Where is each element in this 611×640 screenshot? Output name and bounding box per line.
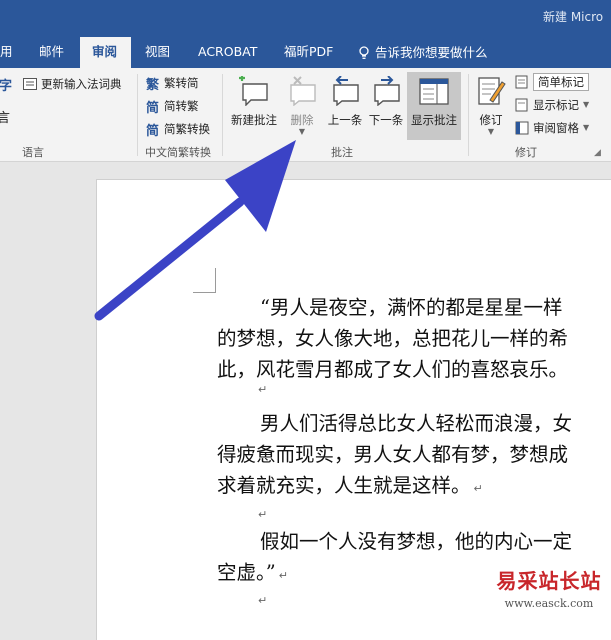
convert-chinese-label: 简繁转换 [164,122,210,136]
review-pane-icon [514,121,529,136]
translate-button[interactable]: 字 [0,74,13,94]
group-label-comments: 批注 [331,146,353,159]
watermark-url: www.easck.com [504,597,594,610]
trad-to-simp-icon: 繁 [145,77,159,93]
chevron-down-icon: ▼ [298,127,306,136]
text-line: 男人们活得总比女人轻松而浪漫，女 [260,412,573,435]
update-ime-label: 更新输入法词典 [41,77,122,91]
ribbon-review: 字 更新输入法词典 言 语言 繁 繁转简 简 简转繁 简 简繁转换 中文简繁转换… [0,68,611,162]
update-ime-dictionary-button[interactable]: 更新输入法词典 [22,74,122,94]
tab-view[interactable]: 视图 [145,37,170,68]
tab-partial[interactable]: 用 [0,37,13,68]
new-comment-label: 新建批注 [231,113,277,127]
show-comments-label: 显示批注 [411,113,457,127]
title-bar: 新建 Micro 用 邮件 审阅 视图 ACROBAT 福昕PDF 告诉我你想要… [0,0,611,68]
paragraph-mark: ↵ [258,508,268,521]
watermark-text: 易采站长站 [496,569,602,593]
watermark-logo: 易采站长站 www.easck.com [489,565,609,610]
simp-to-trad-button[interactable]: 简 简转繁 [145,96,199,116]
group-separator [468,74,469,156]
chevron-down-icon: ▼ [583,123,590,132]
chevron-down-icon: ▼ [583,100,590,109]
simp-to-trad-icon: 简 [145,100,159,116]
markup-select[interactable]: 简单标记 [514,72,589,92]
dialog-launcher-icon[interactable]: ◢ [594,148,601,158]
language-icon: 言 [0,110,10,126]
update-ime-icon [22,77,37,92]
tab-acrobat[interactable]: ACROBAT [198,37,257,68]
new-comment-button[interactable]: 新建批注 [229,72,279,140]
paragraph-mark: ↵ [473,482,483,495]
show-comments-icon [419,78,449,105]
paragraph-1[interactable]: “男人是夜空，满怀的都是星星一样 的梦想，女人像大地，总把花儿一样的希 此，风花… [217,292,568,385]
show-markup-label: 显示标记 [533,98,579,112]
delete-comment-icon [290,76,316,106]
paragraph-mark: ↵ [258,594,268,607]
show-markup-button[interactable]: 显示标记 ▼ [514,95,589,115]
chevron-down-icon: ▼ [487,127,495,136]
trad-to-simp-label: 繁转简 [164,76,199,90]
text-line: “男人是夜空，满怀的都是星星一样 [260,296,563,319]
text-line: 求着就充实，人生就是这样。 [217,474,471,497]
paragraph-mark: ↵ [258,383,268,396]
delete-comment-label: 删除 [290,113,314,127]
track-changes-label: 修订 [479,113,503,127]
tell-me-label: 告诉我你想要做什么 [375,45,488,60]
previous-comment-label: 上一条 [327,113,363,127]
tab-review[interactable]: 审阅 [80,37,131,68]
text-line: 空虚。” [217,561,276,584]
lightbulb-icon [359,45,369,59]
convert-chinese-icon: 简 [145,123,159,139]
group-label-language: 语言 [22,146,44,159]
character-icon: 字 [0,78,12,94]
tab-foxit-pdf[interactable]: 福昕PDF [284,37,333,68]
trad-to-simp-button[interactable]: 繁 繁转简 [145,73,199,93]
text-line: 假如一个人没有梦想，他的内心一定 [260,530,573,553]
review-pane-button[interactable]: 审阅窗格 ▼ [514,118,589,138]
review-pane-label: 审阅窗格 [533,121,579,135]
text-line: 的梦想，女人像大地，总把花儿一样的希 [217,327,569,350]
group-separator [137,74,138,156]
text-line: 得疲惫而现实，男人女人都有梦，梦想成 [217,443,569,466]
margin-corner-mark [193,268,216,293]
text-line: 此，风花雪月都成了女人们的喜怒哀乐。 [217,358,569,381]
paragraph-2[interactable]: 男人们活得总比女人轻松而浪漫，女 得疲惫而现实，男人女人都有梦，梦想成 求着就充… [217,408,572,501]
next-comment-label: 下一条 [368,113,404,127]
show-comments-button[interactable]: 显示批注 [407,72,461,140]
track-changes-icon [478,77,506,105]
paragraph-mark: ↵ [278,569,288,582]
window-title: 新建 Micro [543,10,604,24]
next-comment-icon [374,76,400,106]
next-comment-button[interactable]: 下一条 [361,72,411,140]
simp-to-trad-label: 简转繁 [164,99,199,113]
group-label-tracking: 修订 [515,146,537,159]
tell-me-box[interactable]: 告诉我你想要做什么 [358,37,488,68]
markup-doc-icon [514,75,529,90]
tab-mailings[interactable]: 邮件 [39,37,64,68]
new-comment-icon [239,76,268,106]
show-markup-icon [514,98,529,113]
track-changes-button[interactable]: 修订 ▼ [472,72,510,140]
group-separator [222,74,223,156]
convert-chinese-button[interactable]: 简 简繁转换 [145,119,210,139]
markup-select-value: 简单标记 [533,73,589,91]
previous-comment-icon [333,76,359,106]
group-label-chinese-conversion: 中文简繁转换 [145,146,211,159]
language-button[interactable]: 言 [0,106,11,126]
